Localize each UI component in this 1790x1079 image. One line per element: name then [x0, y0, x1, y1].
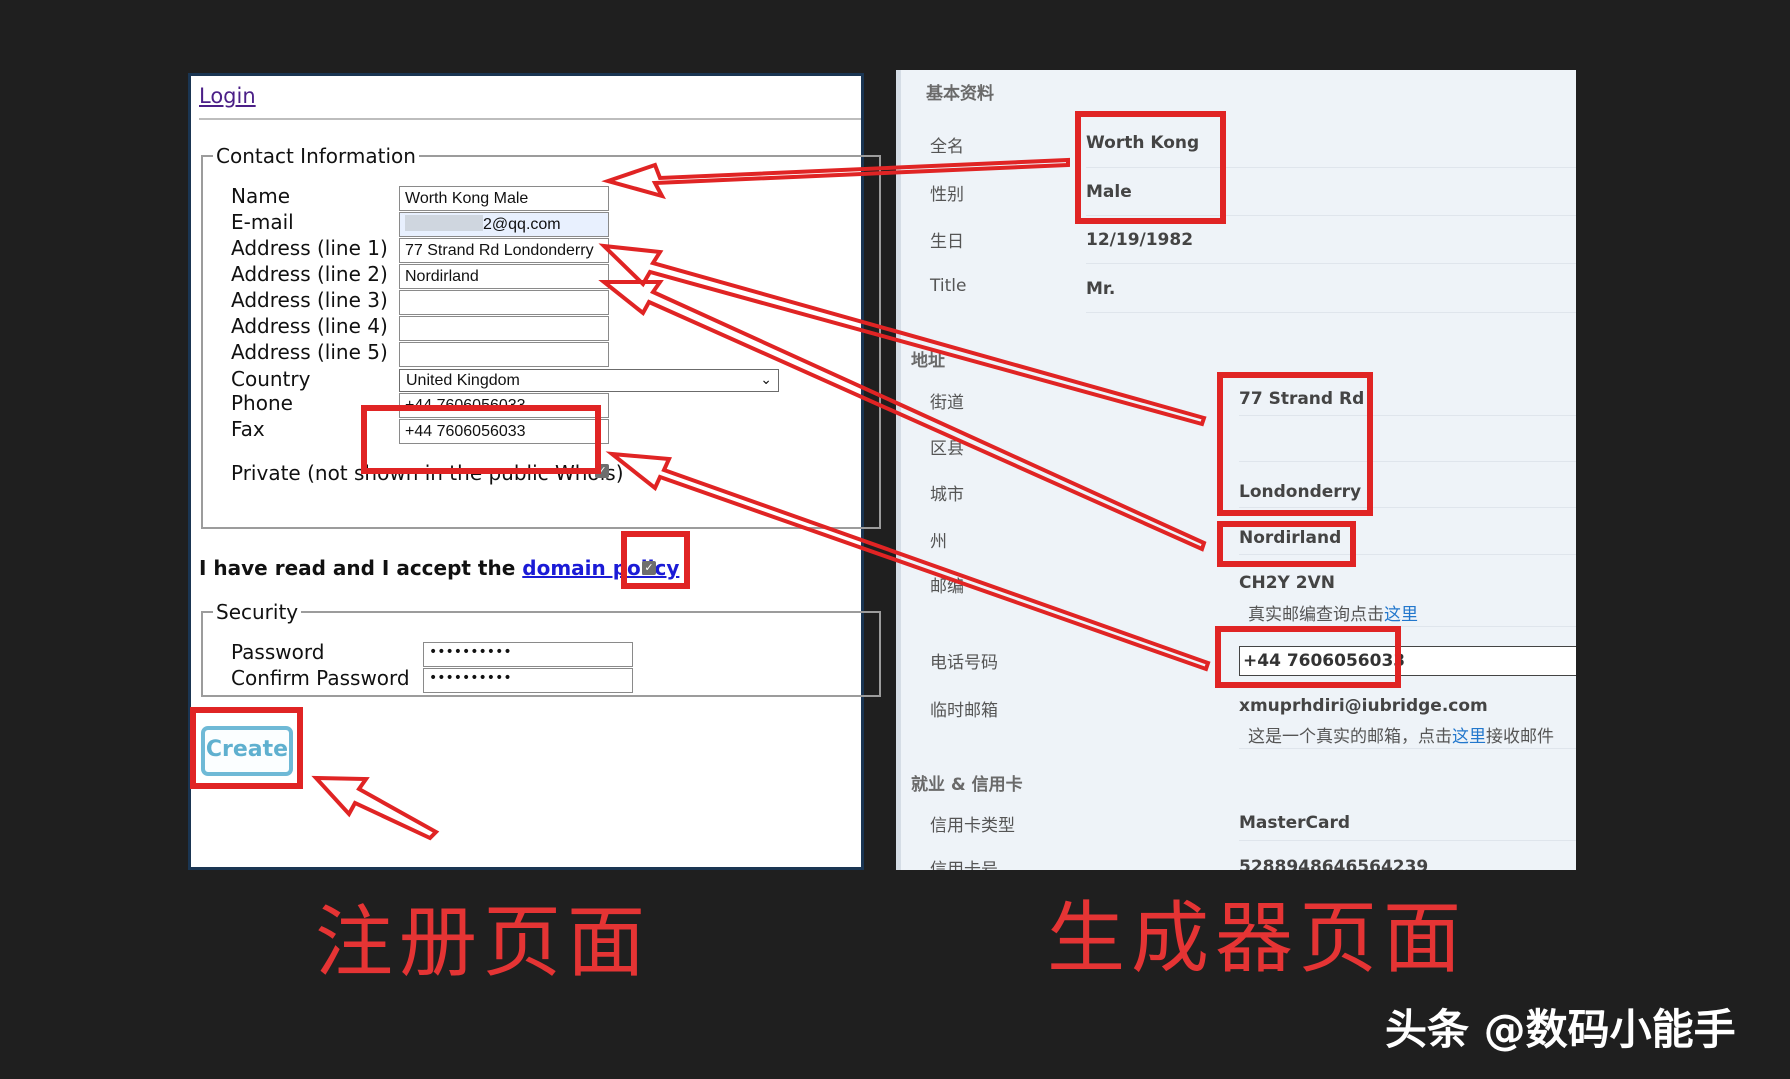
arrow-address-line1 [598, 243, 1207, 427]
arrow-address-line2 [598, 280, 1207, 552]
arrow-phone [605, 451, 1211, 672]
caption-registration-page: 注册页面 [315, 898, 652, 988]
highlight-box-phone-fax [361, 405, 601, 474]
arrow-name [601, 157, 1070, 200]
highlight-box-phone [1215, 626, 1401, 688]
arrow-create [311, 775, 440, 841]
highlight-box-name-gender [1075, 111, 1226, 224]
highlight-box-create [190, 707, 303, 789]
highlight-box-street-city [1217, 372, 1373, 516]
highlight-box-state [1217, 521, 1356, 567]
highlight-box-accept [621, 531, 690, 589]
caption-generator-page: 生成器页面 [1047, 894, 1468, 984]
annotation-overlay [190, 111, 1401, 841]
watermark: 头条 @数码小能手 [1385, 1005, 1736, 1054]
